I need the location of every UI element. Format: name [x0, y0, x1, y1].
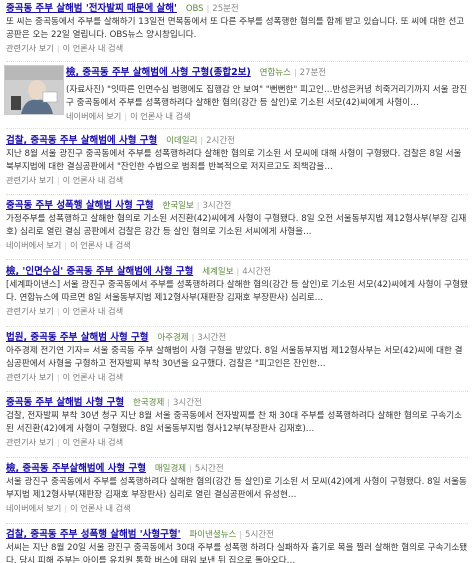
news-source[interactable]: 한국일보: [163, 201, 194, 211]
news-result: 검찰, 중곡동 주부 살해범에 사형 구형 이데일리 | 2시간전 지난 8월 서울…: [6, 134, 468, 186]
divider: [6, 128, 468, 129]
separator: |: [167, 398, 170, 407]
news-thumbnail[interactable]: [4, 65, 64, 115]
news-result: 중곡동 주부 성폭행 살해범 사형 구형 한국일보 | 3시간전 가정주부를 성폭행…: [6, 199, 468, 251]
news-result: 檢, 중곡동 주부살해범에 사형 구형 매일경제 | 5시간전 서울 광진구 중곡동…: [6, 462, 468, 514]
news-time: 27분전: [299, 68, 327, 78]
naver-view-link[interactable]: 네이버에서 보기: [6, 240, 61, 250]
separator: |: [124, 111, 128, 121]
same-press-search-link[interactable]: 이 언론사 내 검색: [130, 111, 191, 121]
related-articles-link[interactable]: 관련기사 보기: [6, 437, 54, 447]
news-snippet: 서울 광진구 중곡동에서 주부를 성폭행하려다 살해한 혐의(강간 등 살인)로…: [6, 477, 467, 500]
separator: |: [239, 530, 243, 539]
news-source[interactable]: 한국경제: [133, 398, 164, 408]
news-source[interactable]: OBS: [186, 4, 204, 14]
naver-view-link[interactable]: 네이버에서 보기: [6, 503, 61, 513]
naver-view-link[interactable]: 네이버에서 보기: [66, 111, 121, 121]
news-snippet: 아주경제 전기연 기자= 서울 중곡동 주부 살해범이 사형 구형을 받았다. …: [6, 346, 463, 369]
news-title-link[interactable]: 檢, '인면수심' 중곡동 주부 살해범에 사형 구형: [6, 266, 193, 277]
news-snippet: 또 씨는 중곡동에서 주부를 살해하기 13일전 면목동에서 또 다른 주부를 …: [6, 17, 465, 40]
news-title-link[interactable]: 법원, 중곡동 주부 살해범 사형 구형: [6, 332, 149, 343]
divider: [6, 523, 468, 524]
news-time: 25분전: [212, 4, 239, 14]
news-title-link[interactable]: 檢, 중곡동 주부 살해범에 사형 구형(종합2보): [66, 67, 251, 78]
same-press-search-link[interactable]: 이 언론사 내 검색: [63, 43, 124, 53]
news-title-link[interactable]: 중곡동 주부 살해범 '전자발찌 때문에 살해': [6, 3, 177, 14]
news-source[interactable]: 이데일리: [166, 136, 197, 146]
news-title-link[interactable]: 檢, 중곡동 주부살해범에 사형 구형: [6, 463, 146, 474]
same-press-search-link[interactable]: 이 언론사 내 검색: [70, 503, 131, 513]
news-time: 3시간전: [172, 398, 202, 408]
separator: |: [56, 43, 60, 53]
related-articles-link[interactable]: 관련기사 보기: [6, 306, 54, 316]
news-title-link[interactable]: 중곡동 주부 살해범 사형 구형: [6, 397, 124, 408]
news-time: 5시간전: [194, 464, 224, 474]
separator: |: [200, 136, 204, 145]
separator: |: [196, 201, 200, 210]
separator: |: [56, 175, 60, 185]
divider: [6, 259, 468, 260]
news-title-link[interactable]: 검찰, 중곡동 주부 살해범에 사형 구형: [6, 135, 157, 146]
same-press-search-link[interactable]: 이 언론사 내 검색: [63, 306, 124, 316]
same-press-search-link[interactable]: 이 언론사 내 검색: [63, 175, 124, 185]
divider: [6, 391, 468, 392]
news-source[interactable]: 매일경제: [155, 464, 186, 474]
same-press-search-link[interactable]: 이 언론사 내 검색: [63, 372, 124, 382]
news-snippet: 가정주부를 성폭행하고 살해한 혐의로 기소된 서진환(42)씨에게 사형이 구…: [6, 214, 467, 237]
separator: |: [206, 4, 210, 13]
separator: |: [189, 464, 192, 473]
news-time: 3시간전: [202, 201, 232, 211]
news-time: 5시간전: [245, 530, 274, 540]
separator: |: [236, 267, 240, 276]
news-snippet: 검찰, 전자발찌 부착 30년 청구 지난 8월 서울 중곡동에서 전자발찌를 …: [6, 411, 463, 434]
news-snippet: 서씨는 지난 8월 20일 서울 광진구 중곡동에서 30대 주부를 성폭행 하…: [6, 543, 468, 563]
news-time: 4시간전: [242, 267, 272, 277]
separator: |: [56, 306, 60, 316]
separator: |: [191, 333, 195, 342]
divider: [6, 326, 468, 327]
related-articles-link[interactable]: 관련기사 보기: [6, 175, 54, 185]
divider: [6, 194, 468, 195]
divider: [6, 61, 468, 62]
news-snippet: [세계파이낸스] 서울 광진구 중곡동에서 주부를 성폭행하려다 살해한 혐의(…: [6, 280, 468, 303]
separator: |: [56, 437, 60, 447]
separator: |: [64, 503, 68, 513]
news-source[interactable]: 연합뉴스: [260, 68, 291, 78]
divider: [6, 457, 468, 458]
news-title-link[interactable]: 중곡동 주부 성폭행 살해범 사형 구형: [6, 200, 154, 211]
news-result: 중곡동 주부 살해범 '전자발찌 때문에 살해' OBS | 25분전 또 씨는 중…: [6, 2, 468, 54]
news-snippet: (자료사진) "잇따른 인면수심 범행에도 집행감 안 보여" "뻔뻔한" 피고…: [66, 85, 468, 108]
same-press-search-link[interactable]: 이 언론사 내 검색: [70, 240, 131, 250]
news-result: 법원, 중곡동 주부 살해범 사형 구형 아주경제 | 3시간전 아주경제 전기연 …: [6, 331, 468, 383]
news-time: 2시간전: [206, 136, 235, 146]
related-articles-link[interactable]: 관련기사 보기: [6, 43, 54, 53]
news-source[interactable]: 파이낸셜뉴스: [189, 530, 236, 540]
news-snippet: 지난 8월 서울 광진구 중곡동에서 주부를 성폭행하려다 살해한 혐의로 기소…: [6, 149, 462, 172]
separator: |: [64, 240, 68, 250]
related-articles-link[interactable]: 관련기사 보기: [6, 372, 54, 382]
news-result: 檢, '인면수심' 중곡동 주부 살해범에 사형 구형 세계일보 | 4시간전 [세…: [6, 265, 468, 317]
separator: |: [293, 68, 297, 77]
news-result: 검찰, 중곡동 주부 성폭행 살해범 '사형구형' 파이낸셜뉴스 | 5시간전 서씨…: [6, 528, 468, 563]
separator: |: [56, 372, 60, 382]
news-source[interactable]: 세계일보: [202, 267, 233, 277]
news-result: 檢, 중곡동 주부 살해범에 사형 구형(종합2보) 연합뉴스 | 27분전 (자료…: [66, 66, 468, 122]
same-press-search-link[interactable]: 이 언론사 내 검색: [63, 437, 124, 447]
news-time: 3시간전: [197, 333, 227, 343]
news-title-link[interactable]: 검찰, 중곡동 주부 성폭행 살해범 '사형구형': [6, 529, 181, 540]
news-source[interactable]: 아주경제: [157, 333, 188, 343]
news-result: 중곡동 주부 살해범 사형 구형 한국경제 | 3시간전 검찰, 전자발찌 부착 3…: [6, 396, 468, 448]
